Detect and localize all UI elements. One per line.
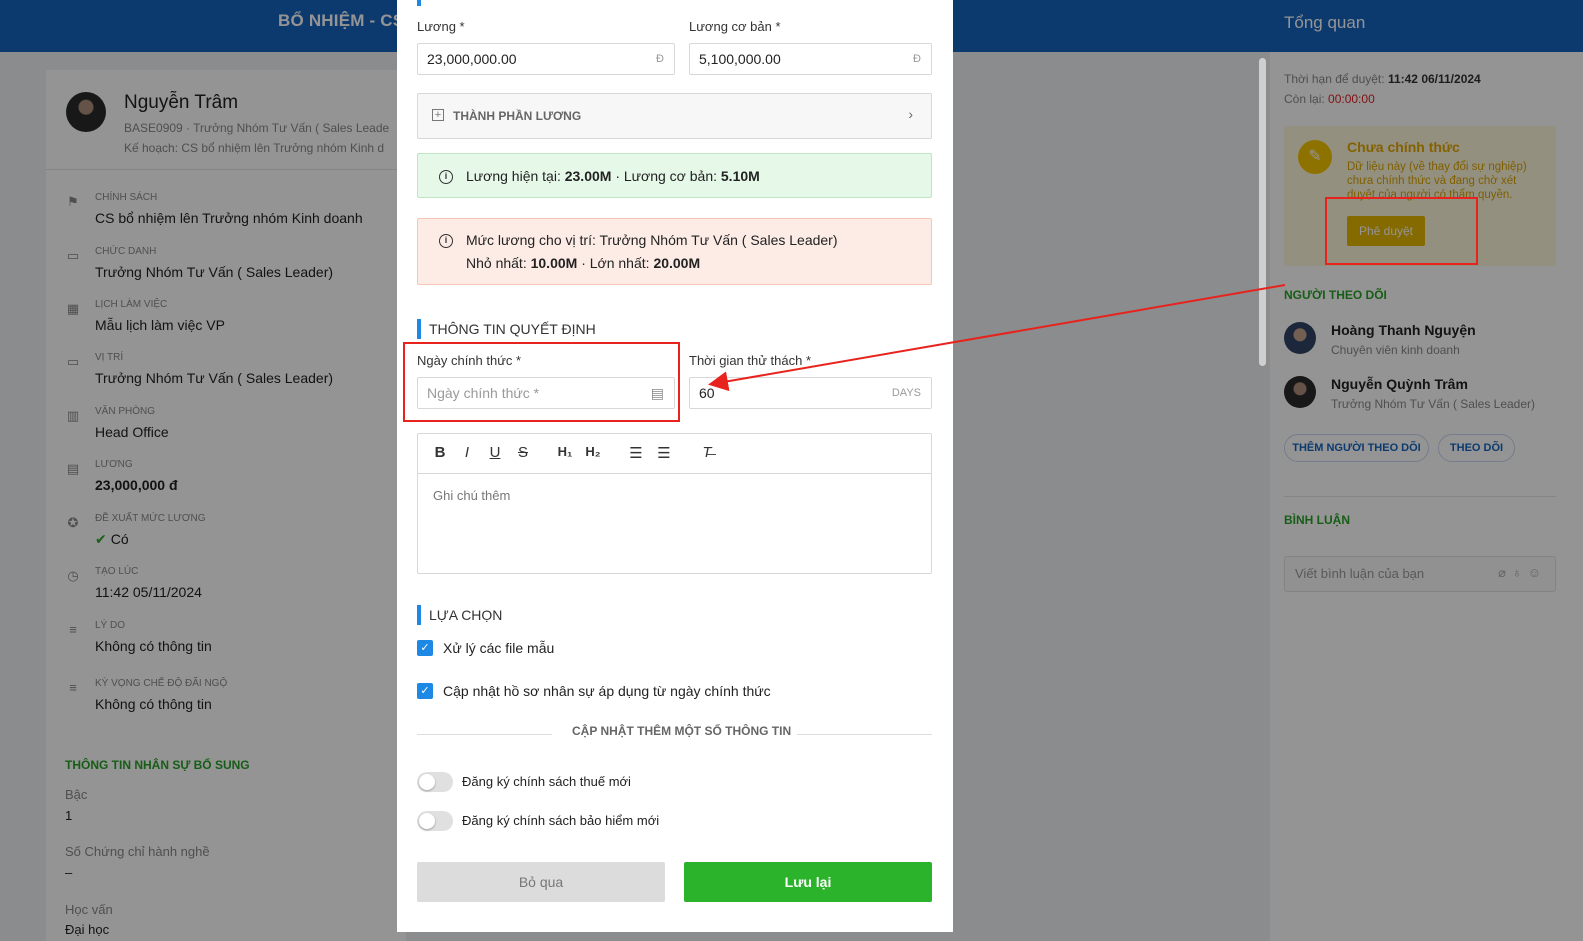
- tax-policy-toggle[interactable]: [417, 772, 453, 792]
- checkbox-process-templates[interactable]: ✓: [417, 640, 433, 656]
- info-icon: i: [439, 234, 453, 248]
- probation-input[interactable]: 60 DAYS: [689, 377, 932, 409]
- salary-components-toggle[interactable]: + THÀNH PHẦN LƯƠNG ›: [417, 93, 932, 139]
- annotation-highlight: [1325, 197, 1478, 265]
- salary-range-alert: i Mức lương cho vị trí: Trưởng Nhóm Tư V…: [417, 218, 932, 285]
- checkbox-label: Cập nhật hồ sơ nhân sự áp dụng từ ngày c…: [443, 683, 771, 699]
- insurance-policy-toggle[interactable]: [417, 811, 453, 831]
- editor-toolbar: B I U S H₁ H₂ ☰ ☰ T̶: [418, 434, 931, 474]
- clear-format-icon[interactable]: T̶: [697, 444, 717, 461]
- divider: [417, 734, 552, 735]
- plus-square-icon: +: [432, 109, 444, 121]
- toggle-label: Đăng ký chính sách bảo hiểm mới: [462, 813, 660, 828]
- underline-icon[interactable]: U: [485, 444, 505, 461]
- toggle-label: Đăng ký chính sách thuế mới: [462, 774, 631, 789]
- chevron-right-icon: ›: [908, 106, 913, 122]
- decision-section-title: THÔNG TIN QUYẾT ĐỊNH: [417, 319, 596, 339]
- approval-modal: Lương * 23,000,000.00 Đ Lương cơ bản * 5…: [397, 0, 953, 932]
- cancel-button[interactable]: Bỏ qua: [417, 862, 665, 902]
- ordered-list-icon[interactable]: ☰: [626, 444, 646, 462]
- strikethrough-icon[interactable]: S: [513, 444, 533, 461]
- section-accent: [417, 0, 421, 6]
- info-icon: i: [439, 170, 453, 184]
- divider: [797, 734, 932, 735]
- probation-label: Thời gian thử thách *: [689, 353, 812, 368]
- bullet-list-icon[interactable]: ☰: [654, 444, 674, 462]
- bold-icon[interactable]: B: [430, 444, 450, 461]
- salary-label: Lương *: [417, 19, 465, 34]
- base-salary-label: Lương cơ bản *: [689, 19, 781, 34]
- options-section-title: LỰA CHỌN: [417, 605, 502, 625]
- checkbox-label: Xử lý các file mẫu: [443, 640, 555, 656]
- annotation-highlight: [403, 342, 680, 422]
- current-salary-alert: i Lương hiện tại: 23.00M · Lương cơ bản:…: [417, 153, 932, 198]
- italic-icon[interactable]: I: [457, 444, 477, 461]
- salary-input[interactable]: 23,000,000.00 Đ: [417, 43, 675, 75]
- update-more-title: CẬP NHẬT THÊM MỘT SỐ THÔNG TIN: [572, 724, 792, 738]
- note-placeholder: Ghi chú thêm: [433, 488, 511, 503]
- note-editor[interactable]: B I U S H₁ H₂ ☰ ☰ T̶ Ghi chú thêm: [417, 433, 932, 574]
- heading2-icon[interactable]: H₂: [583, 444, 603, 459]
- heading1-icon[interactable]: H₁: [555, 444, 575, 459]
- scrollbar[interactable]: [1259, 58, 1266, 366]
- save-button[interactable]: Lưu lại: [684, 862, 932, 902]
- base-salary-input[interactable]: 5,100,000.00 Đ: [689, 43, 932, 75]
- checkbox-update-profile[interactable]: ✓: [417, 683, 433, 699]
